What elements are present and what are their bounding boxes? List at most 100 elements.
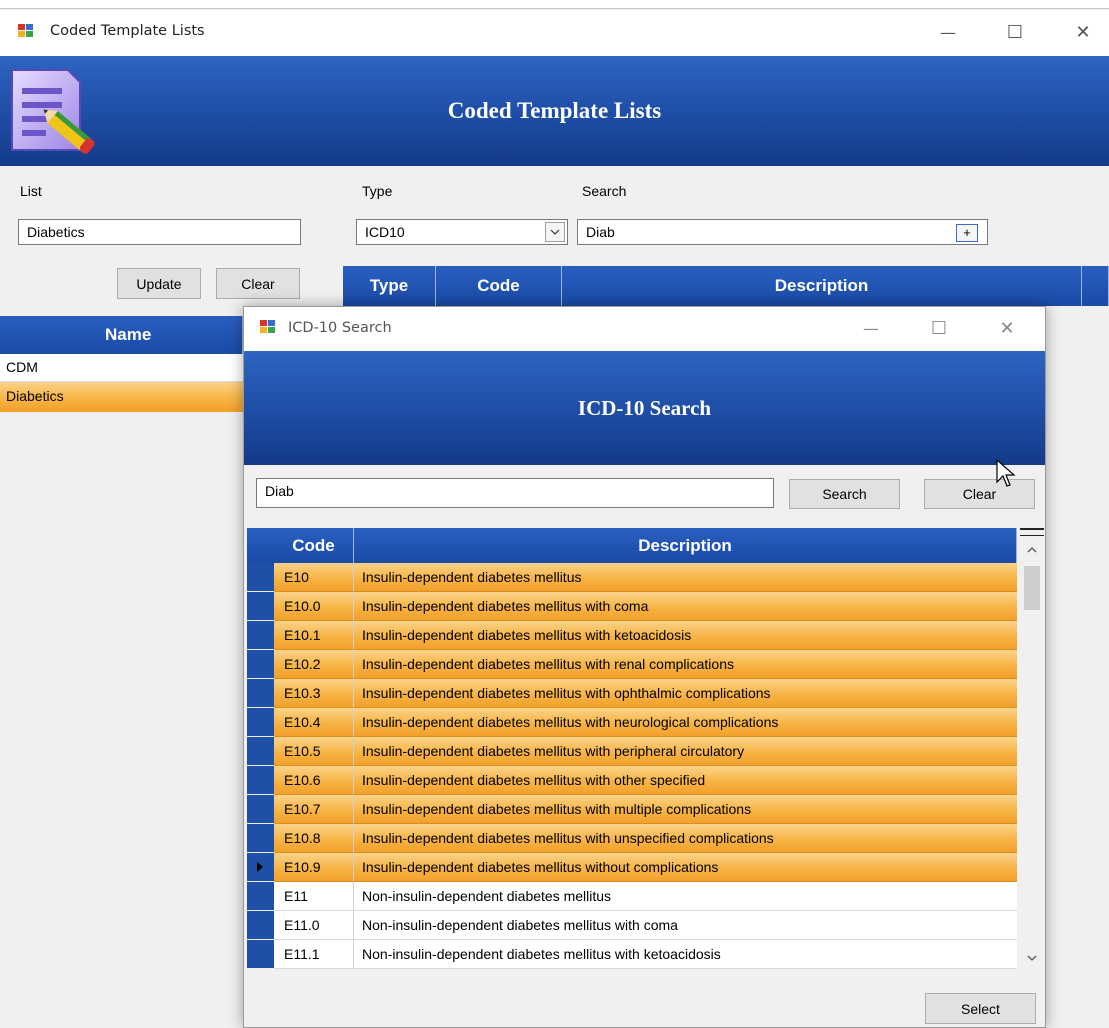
icd-grid-row[interactable]: E10.6 Insulin-dependent diabetes mellitus… [247,766,1017,795]
icd-grid-header: Code Description [247,528,1017,563]
icd-code-cell: E10.2 [274,650,354,679]
icd-grid-row[interactable]: E10.9 Insulin-dependent diabetes mellitus… [247,853,1017,882]
row-selector[interactable] [247,824,274,853]
icd-grid-row[interactable]: E11 Non-insulin-dependent diabetes mellit… [247,882,1017,911]
icd-grid-row[interactable]: E10.7 Insulin-dependent diabetes mellitus… [247,795,1017,824]
icd-description-cell: Insulin-dependent diabetes mellitus with… [354,592,1017,621]
scrollbar-top-edge [1020,528,1044,536]
type-select[interactable]: ICD10 [356,219,568,245]
app-icon [260,320,278,336]
main-titlebar[interactable]: Coded Template Lists — ☐ ✕ [0,10,1109,56]
icd-description-cell: Insulin-dependent diabetes mellitus with… [354,621,1017,650]
icd-description-cell: Non-insulin-dependent diabetes mellitus [354,882,1017,911]
main-search-input[interactable]: Diab [577,219,988,245]
row-selector[interactable] [247,795,274,824]
main-clear-button[interactable]: Clear [216,268,300,299]
type-select-value: ICD10 [365,224,405,240]
search-plus-button[interactable]: + [956,224,978,242]
main-window-title: Coded Template Lists [50,23,205,39]
icd-description-cell: Insulin-dependent diabetes mellitus [354,563,1017,592]
icd-code-cell: E10.4 [274,708,354,737]
icd-grid-row[interactable]: E10.4 Insulin-dependent diabetes mellitus… [247,708,1017,737]
icd-grid-row[interactable]: E11.1 Non-insulin-dependent diabetes mell… [247,940,1017,969]
icd-code-cell: E10.6 [274,766,354,795]
row-selector[interactable] [247,650,274,679]
dialog-banner-title: ICD-10 Search [577,395,712,420]
icd-description-cell: Insulin-dependent diabetes mellitus with… [354,708,1017,737]
dialog-minimize-button[interactable]: — [848,314,894,344]
chevron-down-icon[interactable] [1022,948,1042,968]
codes-grid-code-header[interactable]: Code [436,266,562,306]
codes-grid-header: Type Code Description [343,266,1109,306]
icd-grid-row[interactable]: E10.2 Insulin-dependent diabetes mellitus… [247,650,1017,679]
row-selector[interactable] [247,592,274,621]
names-grid-row[interactable]: CDM [0,354,243,382]
background-window-edge [0,0,1109,9]
icd-description-cell: Insulin-dependent diabetes mellitus with… [354,853,1017,882]
icd-code-cell: E10.5 [274,737,354,766]
icd-grid-corner [247,528,274,563]
dialog-titlebar[interactable]: ICD-10 Search — ☐ ✕ [244,307,1045,351]
minimize-button[interactable]: — [925,18,971,48]
chevron-up-icon[interactable] [1022,540,1042,560]
icd-description-cell: Insulin-dependent diabetes mellitus with… [354,824,1017,853]
icd-search-dialog: ICD-10 Search — ☐ ✕ ICD-10 Search Diab S… [243,306,1046,1028]
dialog-close-button[interactable]: ✕ [984,314,1030,344]
mouse-cursor-icon [995,458,1017,490]
icd-search-input[interactable]: Diab [256,478,774,508]
names-grid-row-label: Diabetics [6,388,64,404]
row-selector[interactable] [247,708,274,737]
search-label: Search [582,183,627,199]
row-selector[interactable] [247,679,274,708]
close-button[interactable]: ✕ [1060,18,1106,48]
row-selector[interactable] [247,766,274,795]
icd-grid-row[interactable]: E10.1 Insulin-dependent diabetes mellitus… [247,621,1017,650]
icd-grid-code-header[interactable]: Code [274,528,354,563]
scrollbar-thumb[interactable] [1024,566,1040,610]
icd-results-grid: Code Description E10 Insulin-dependent di… [247,528,1044,973]
icd-grid-row[interactable]: E10.0 Insulin-dependent diabetes mellitus… [247,592,1017,621]
icd-grid-row[interactable]: E10.3 Insulin-dependent diabetes mellitus… [247,679,1017,708]
dialog-maximize-button[interactable]: ☐ [916,314,962,344]
icd-code-cell: E11 [274,882,354,911]
icd-code-cell: E10.7 [274,795,354,824]
current-row-arrow-icon [257,862,263,872]
names-grid-header[interactable]: Name [0,316,243,354]
icd-description-cell: Insulin-dependent diabetes mellitus with… [354,679,1017,708]
icd-code-cell: E10.3 [274,679,354,708]
icd-grid-description-header[interactable]: Description [354,528,1017,563]
maximize-button[interactable]: ☐ [992,18,1038,48]
row-selector[interactable] [247,563,274,592]
icd-code-cell: E10.9 [274,853,354,882]
icd-description-cell: Insulin-dependent diabetes mellitus with… [354,650,1017,679]
select-button[interactable]: Select [925,993,1036,1024]
main-banner-title: Coded Template Lists [447,98,662,123]
update-button[interactable]: Update [117,268,201,299]
icd-code-cell: E10.0 [274,592,354,621]
dialog-banner: ICD-10 Search [244,351,1045,465]
chevron-down-icon[interactable] [545,222,565,242]
codes-grid-type-header[interactable]: Type [343,266,436,306]
names-grid-row-selected[interactable]: Diabetics [0,382,243,412]
row-selector[interactable] [247,737,274,766]
list-label: List [20,183,42,199]
icd-code-cell: E10.1 [274,621,354,650]
list-name-input[interactable]: Diabetics [18,219,301,245]
row-selector[interactable] [247,853,274,882]
row-selector[interactable] [247,940,274,969]
icd-grid-row[interactable]: E10.8 Insulin-dependent diabetes mellitus… [247,824,1017,853]
row-selector[interactable] [247,882,274,911]
icd-search-button[interactable]: Search [789,479,900,509]
vertical-scrollbar[interactable] [1020,528,1044,973]
icd-grid-row[interactable]: E11.0 Non-insulin-dependent diabetes mell… [247,911,1017,940]
icd-clear-button[interactable]: Clear [924,479,1035,509]
icd-grid-row[interactable]: E10 Insulin-dependent diabetes mellitus [247,563,1017,592]
icd-grid-row[interactable]: E10.5 Insulin-dependent diabetes mellitus… [247,737,1017,766]
codes-grid-description-header[interactable]: Description [562,266,1082,306]
names-grid-header-label: Name [105,325,152,344]
row-selector[interactable] [247,911,274,940]
icd-description-cell: Non-insulin-dependent diabetes mellitus … [354,940,1017,969]
row-selector[interactable] [247,621,274,650]
icd-description-cell: Insulin-dependent diabetes mellitus with… [354,737,1017,766]
icd-description-cell: Insulin-dependent diabetes mellitus with… [354,766,1017,795]
